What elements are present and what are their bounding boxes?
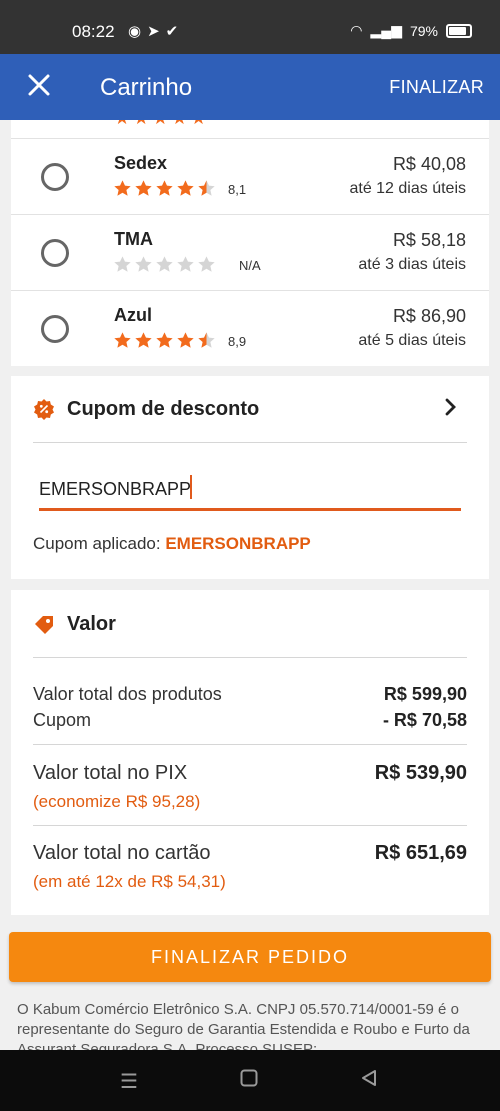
rating-value: 8,1	[228, 182, 247, 197]
shipping-option-tma[interactable]: TMA N/A R$ 58,18 até 3 dias úteis	[11, 214, 489, 290]
shipping-options-card: ★★★★★ Sedex 8,1 R$ 40,08 até 12 dias úte…	[11, 120, 489, 366]
star-icon	[135, 256, 152, 272]
wifi-icon: ◠	[350, 22, 363, 38]
star-icon	[198, 332, 215, 348]
card-total-label: Valor total no cartão	[33, 842, 211, 864]
status-bar: 08:22 ◉➤✔ ◠ ▂▄▆ 79%	[0, 0, 500, 54]
rating-stars	[113, 255, 216, 274]
star-icon	[177, 180, 194, 196]
card-total-value: R$ 651,69	[374, 842, 467, 864]
finalize-order-button[interactable]: FINALIZAR PEDIDO	[9, 932, 491, 982]
radio-button[interactable]	[41, 163, 69, 191]
star-icon	[156, 180, 173, 196]
shipping-name: Sedex	[114, 153, 168, 173]
shipping-price: R$ 40,08	[392, 154, 466, 174]
star-icon	[135, 180, 152, 196]
page-title: Carrinho	[100, 74, 193, 101]
coupon-input[interactable]	[39, 471, 461, 511]
rating-value: N/A	[239, 258, 261, 273]
radio-button[interactable]	[41, 315, 69, 343]
system-nav-bar: ☰	[0, 1050, 500, 1111]
previous-option-stars: ★★★★★	[114, 120, 210, 129]
price-tag-icon	[33, 614, 55, 636]
divider	[33, 657, 467, 658]
shipping-delivery: até 5 dias úteis	[358, 332, 466, 349]
products-total-value: R$ 599,90	[383, 684, 467, 704]
discount-badge-icon	[33, 398, 55, 420]
shipping-price: R$ 86,90	[392, 306, 466, 326]
star-icon	[177, 332, 194, 348]
coupon-card: Cupom de desconto Cupom aplicado: EMERSO…	[11, 376, 489, 579]
status-time: 08:22	[72, 22, 115, 41]
coupon-applied-text: Cupom aplicado: EMERSONBRAPP	[33, 534, 311, 554]
coupon-applied-code: EMERSONBRAPP	[165, 534, 311, 553]
star-icon	[156, 332, 173, 348]
rating-stars	[113, 179, 216, 198]
recent-apps-icon[interactable]: ☰	[120, 1069, 138, 1094]
signal-icon: ▂▄▆	[370, 22, 402, 38]
divider	[33, 825, 467, 826]
legal-text: O Kabum Comércio Eletrônico S.A. CNPJ 05…	[17, 1001, 470, 1050]
coupon-applied-label: Cupom aplicado:	[33, 534, 161, 553]
value-card: Valor Valor total dos produtos R$ 599,90…	[11, 590, 489, 915]
star-icon	[156, 256, 173, 272]
rating-value: 8,9	[228, 334, 247, 349]
shipping-delivery: até 12 dias úteis	[349, 180, 466, 197]
pix-total-value: R$ 539,90	[374, 762, 467, 784]
shipping-option-azul[interactable]: Azul 8,9 R$ 86,90 até 5 dias úteis	[11, 290, 489, 366]
card-installments-note: (em até 12x de R$ 54,31)	[33, 872, 226, 891]
star-icon	[198, 256, 215, 272]
app-bar: Carrinho FINALIZAR	[0, 54, 500, 120]
shipping-name: TMA	[114, 229, 153, 249]
products-total-label: Valor total dos produtos	[33, 684, 222, 704]
coupon-label: Cupom	[33, 710, 92, 730]
shipping-price: R$ 58,18	[392, 230, 466, 250]
shipping-option-sedex[interactable]: Sedex 8,1 R$ 40,08 até 12 dias úteis	[11, 138, 489, 214]
coupon-title: Cupom de desconto	[67, 398, 260, 420]
shipping-delivery: até 3 dias úteis	[358, 256, 466, 273]
star-icon	[135, 332, 152, 348]
coupon-value: - R$ 70,58	[382, 710, 467, 730]
battery-icon	[446, 23, 472, 38]
notification-icons: ◉➤✔	[128, 23, 185, 40]
radio-button[interactable]	[41, 239, 69, 267]
star-icon	[114, 180, 131, 196]
star-icon	[114, 256, 131, 272]
text-caret	[190, 475, 192, 499]
rating-stars	[113, 331, 216, 350]
chevron-right-icon[interactable]	[443, 398, 459, 416]
star-icon	[198, 180, 215, 196]
close-icon[interactable]	[22, 68, 56, 102]
star-icon	[114, 332, 131, 348]
finalize-link[interactable]: FINALIZAR	[389, 77, 484, 98]
pix-savings-note: (economize R$ 95,28)	[33, 792, 201, 811]
status-right: ◠ ▂▄▆ 79%	[350, 22, 472, 39]
divider	[33, 744, 467, 745]
battery-percent: 79%	[409, 22, 438, 39]
back-icon[interactable]	[360, 1069, 378, 1093]
home-icon[interactable]	[240, 1069, 258, 1093]
pix-total-label: Valor total no PIX	[33, 762, 188, 784]
star-icon	[177, 256, 194, 272]
shipping-name: Azul	[114, 305, 152, 325]
divider	[33, 442, 467, 443]
value-title: Valor	[67, 613, 116, 635]
